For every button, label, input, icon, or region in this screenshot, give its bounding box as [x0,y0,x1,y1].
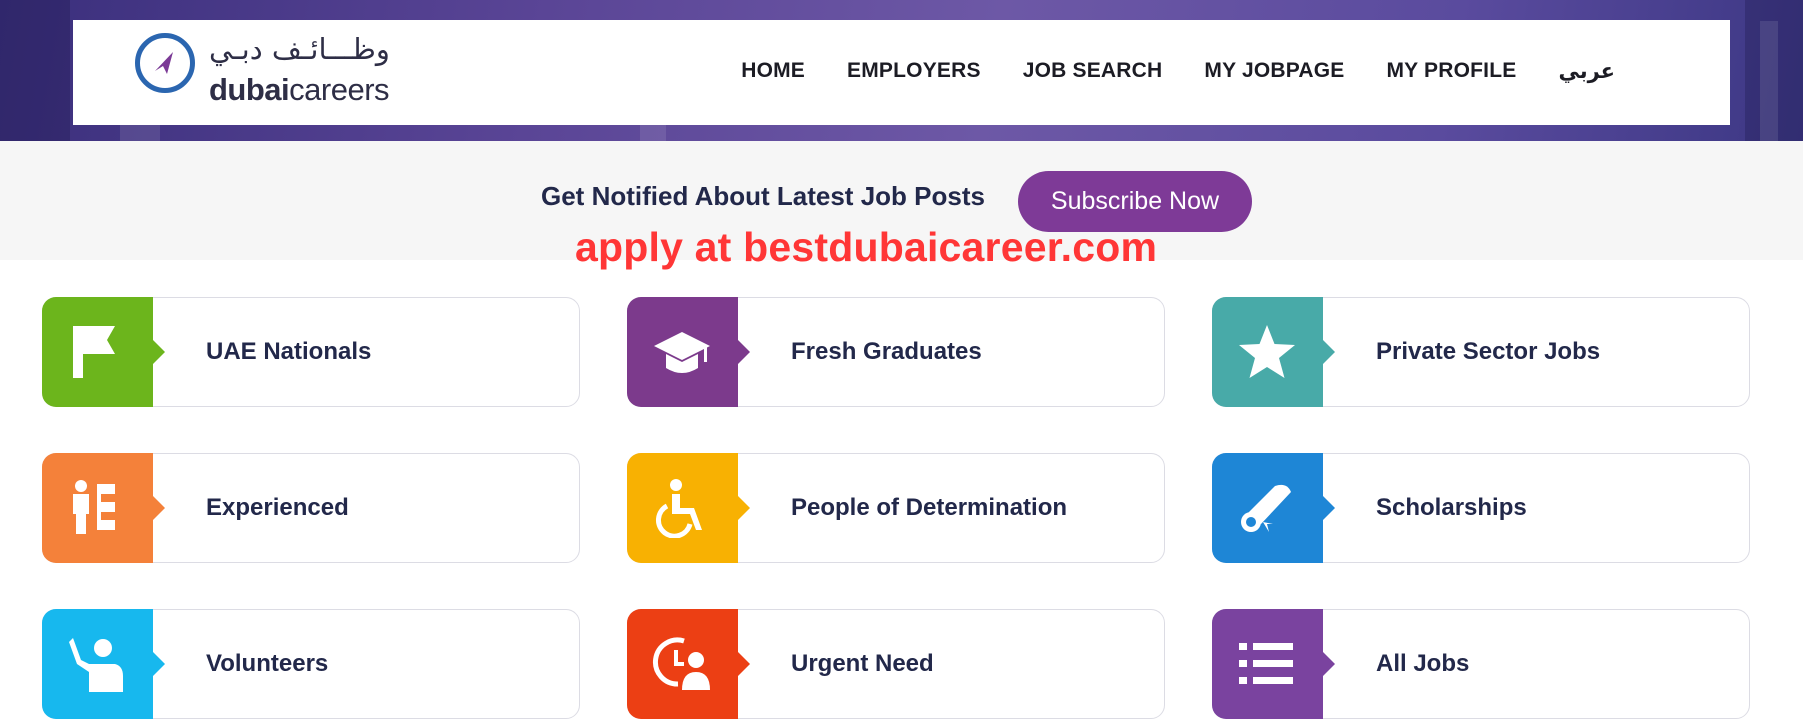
category-label: UAE Nationals [206,338,372,365]
list-icon [1239,643,1293,684]
navigation-bar: وظـــائـف دبـي dubaicareers HOME EMPLOYE… [73,20,1730,125]
header-banner: وظـــائـف دبـي dubaicareers HOME EMPLOYE… [0,0,1803,141]
category-tile [627,609,750,719]
category-label: All Jobs [1376,650,1470,677]
site-logo[interactable]: وظـــائـف دبـي dubaicareers [135,32,425,116]
nav-my-jobpage[interactable]: MY JOBPAGE [1183,50,1365,92]
category-tile [42,609,165,719]
nav-arabic-language[interactable]: عربي [1537,50,1636,92]
category-fresh-graduates[interactable]: Fresh Graduates [627,297,1165,407]
category-label: Urgent Need [791,650,934,677]
notify-text: Get Notified About Latest Job Posts [541,181,985,211]
category-tile [1212,453,1335,563]
logo-emblem-icon [135,33,195,93]
diploma-scroll-icon [1241,484,1291,532]
category-label: People of Determination [791,494,1068,521]
category-label: Private Sector Jobs [1376,338,1601,365]
category-volunteers[interactable]: Volunteers [42,609,580,719]
graduation-cap-icon [654,332,710,373]
nav-employers[interactable]: EMPLOYERS [826,50,1002,92]
nav-my-profile[interactable]: MY PROFILE [1365,50,1537,92]
category-tile [1212,609,1335,719]
nav-job-search[interactable]: JOB SEARCH [1002,50,1184,92]
category-label: Experienced [206,494,349,521]
wheelchair-icon [656,479,702,538]
promo-overlay-text: apply at bestdubaicareer.com [575,224,1158,270]
raised-hand-person-icon [69,638,123,692]
category-people-of-determination[interactable]: People of Determination [627,453,1165,563]
flag-icon [73,326,115,378]
category-urgent-need[interactable]: Urgent Need [627,609,1165,719]
logo-arabic-text: وظـــائـف دبـي [209,32,390,66]
category-uae-nationals[interactable]: UAE Nationals [42,297,580,407]
nav-home[interactable]: HOME [720,50,826,92]
category-label: Scholarships [1376,494,1527,521]
category-tile [1212,297,1335,407]
category-private-sector-jobs[interactable]: Private Sector Jobs [1212,297,1750,407]
category-tile [627,453,750,563]
subscribe-button[interactable]: Subscribe Now [1018,171,1252,232]
logo-english-text: dubaicareers [209,72,390,107]
category-tile [42,453,165,563]
category-all-jobs[interactable]: All Jobs [1212,609,1750,719]
star-icon [1239,325,1295,378]
main-nav: HOME EMPLOYERS JOB SEARCH MY JOBPAGE MY … [720,50,1636,92]
category-tile [42,297,165,407]
category-scholarships[interactable]: Scholarships [1212,453,1750,563]
category-experienced[interactable]: Experienced [42,453,580,563]
clock-person-icon [652,637,710,690]
org-chart-icon [73,480,115,534]
category-label: Volunteers [206,650,329,677]
category-label: Fresh Graduates [791,338,982,365]
category-tile [627,297,750,407]
